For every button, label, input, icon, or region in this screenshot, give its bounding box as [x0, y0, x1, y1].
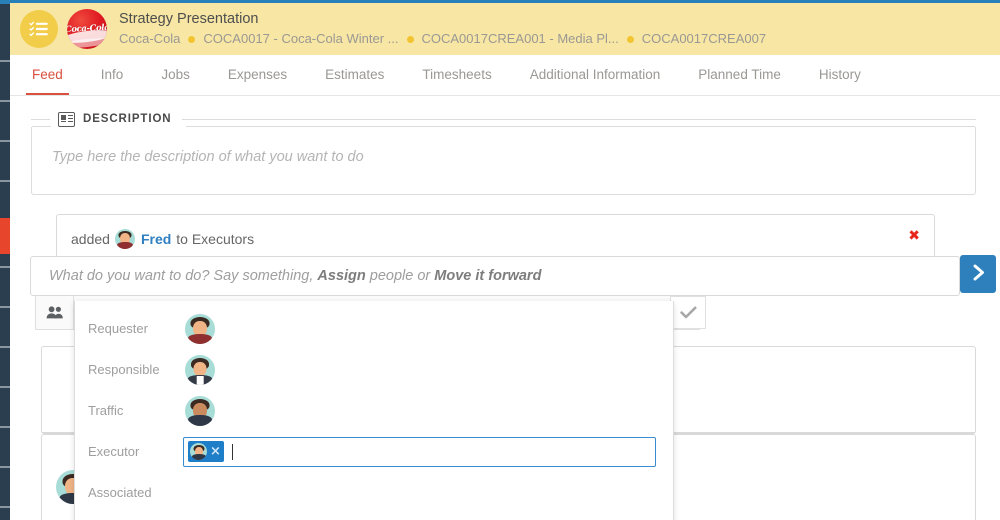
- activity-user-link[interactable]: Fred: [141, 231, 171, 247]
- breadcrumb: Coca-Cola COCA0017 - Coca-Cola Winter ..…: [119, 31, 766, 47]
- activity-message: added Fred to Executors: [71, 229, 259, 249]
- description-card-icon: [58, 111, 75, 127]
- rail-divider: [0, 386, 10, 388]
- tab-jobs[interactable]: Jobs: [161, 55, 190, 95]
- description-placeholder: Type here the description of what you wa…: [52, 149, 364, 165]
- dropdown-label-requester: Requester: [88, 321, 148, 336]
- send-chevron-icon: [971, 264, 986, 284]
- dropdown-row-traffic[interactable]: Traffic: [75, 390, 673, 431]
- assign-dropdown-panel: Requester Responsible Traffic Executor ×…: [74, 301, 674, 520]
- tab-bar: Feed Info Jobs Expenses Estimates Timesh…: [10, 55, 1000, 96]
- comment-placeholder-part-1: What do you want to do? Say something,: [49, 268, 318, 284]
- tab-estimates[interactable]: Estimates: [325, 55, 384, 95]
- text-caret: [231, 443, 233, 460]
- tab-feed[interactable]: Feed: [26, 55, 69, 95]
- coca-cola-logo: Coca-Cola: [67, 9, 107, 49]
- description-input[interactable]: Type here the description of what you wa…: [31, 126, 976, 195]
- fieldset-border-right: [186, 126, 975, 127]
- executor-token-avatar: [190, 443, 207, 460]
- comment-input[interactable]: What do you want to do? Say something, A…: [30, 256, 960, 296]
- comment-placeholder-part-2: people or: [365, 268, 435, 284]
- menu-button[interactable]: [20, 10, 58, 48]
- rail-divider: [0, 140, 10, 142]
- people-icon[interactable]: [36, 296, 74, 329]
- page-title: Strategy Presentation: [119, 11, 259, 28]
- description-section: DESCRIPTION Type here the description of…: [31, 110, 976, 196]
- tab-expenses[interactable]: Expenses: [228, 55, 287, 95]
- rail-divider: [0, 426, 10, 428]
- fieldset-border-left: [32, 126, 51, 127]
- comment-placeholder-assign: Assign: [317, 268, 366, 284]
- send-button[interactable]: [960, 255, 996, 293]
- dropdown-label-traffic: Traffic: [88, 403, 124, 418]
- legend-rule-left: [31, 118, 50, 120]
- left-rail[interactable]: [0, 0, 10, 520]
- breadcrumb-item-0[interactable]: Coca-Cola: [119, 31, 180, 47]
- legend-rule-right: [181, 118, 976, 120]
- requester-avatar[interactable]: [185, 313, 215, 344]
- breadcrumb-item-3[interactable]: COCA0017CREA007: [642, 31, 766, 47]
- rail-top-accent: [0, 0, 10, 4]
- dropdown-label-responsible: Responsible: [88, 362, 160, 377]
- rail-divider: [0, 466, 10, 468]
- rail-divider: [0, 266, 10, 268]
- app-window: Coca-Cola Strategy Presentation Coca-Col…: [0, 0, 1000, 520]
- tab-planned-time[interactable]: Planned Time: [698, 55, 781, 95]
- rail-divider: [0, 346, 10, 348]
- rail-active-marker: [0, 218, 10, 254]
- rail-divider: [0, 100, 10, 102]
- check-icon[interactable]: [670, 296, 706, 329]
- responsible-avatar[interactable]: [185, 354, 215, 385]
- header-text-block: Strategy Presentation Coca-Cola COCA0017…: [119, 10, 766, 47]
- breadcrumb-dot-icon: [406, 36, 414, 44]
- user-avatar: [114, 229, 135, 249]
- dropdown-row-requester[interactable]: Requester: [75, 308, 673, 349]
- rail-divider: [0, 180, 10, 182]
- tab-additional-information[interactable]: Additional Information: [530, 55, 661, 95]
- rail-divider: [0, 306, 10, 308]
- page-header: Coca-Cola Strategy Presentation Coca-Col…: [10, 3, 1000, 55]
- activity-suffix: to Executors: [176, 231, 255, 247]
- executor-input[interactable]: ×: [183, 436, 656, 467]
- comment-placeholder-move: Move it forward: [434, 268, 542, 284]
- description-legend-label: DESCRIPTION: [83, 113, 172, 125]
- breadcrumb-item-1[interactable]: COCA0017 - Coca-Cola Winter ...: [203, 31, 398, 47]
- dropdown-label-associated: Associated: [88, 485, 152, 500]
- rail-divider: [0, 506, 10, 508]
- dropdown-row-responsible[interactable]: Responsible: [75, 349, 673, 390]
- dropdown-row-executor[interactable]: Executor ×: [75, 431, 673, 472]
- breadcrumb-dot-icon: [188, 36, 196, 44]
- breadcrumb-item-2[interactable]: COCA0017CREA001 - Media Pl...: [422, 31, 619, 47]
- top-accent-bar: [10, 0, 1000, 3]
- traffic-avatar[interactable]: [185, 395, 215, 426]
- dropdown-label-executor: Executor: [88, 444, 140, 459]
- breadcrumb-dot-icon: [626, 36, 634, 44]
- executor-token[interactable]: ×: [188, 441, 224, 462]
- feed-content: DESCRIPTION Type here the description of…: [10, 96, 1000, 520]
- executor-token-remove-icon[interactable]: ×: [210, 445, 221, 458]
- comment-placeholder: What do you want to do? Say something, A…: [49, 268, 541, 284]
- close-icon[interactable]: ✖: [908, 229, 920, 243]
- tab-history[interactable]: History: [819, 55, 861, 95]
- tab-timesheets[interactable]: Timesheets: [422, 55, 491, 95]
- tab-info[interactable]: Info: [101, 55, 124, 95]
- checklist-icon: [29, 21, 49, 37]
- activity-prefix: added: [71, 231, 110, 247]
- dropdown-row-associated[interactable]: Associated: [75, 472, 673, 513]
- rail-divider: [0, 60, 10, 62]
